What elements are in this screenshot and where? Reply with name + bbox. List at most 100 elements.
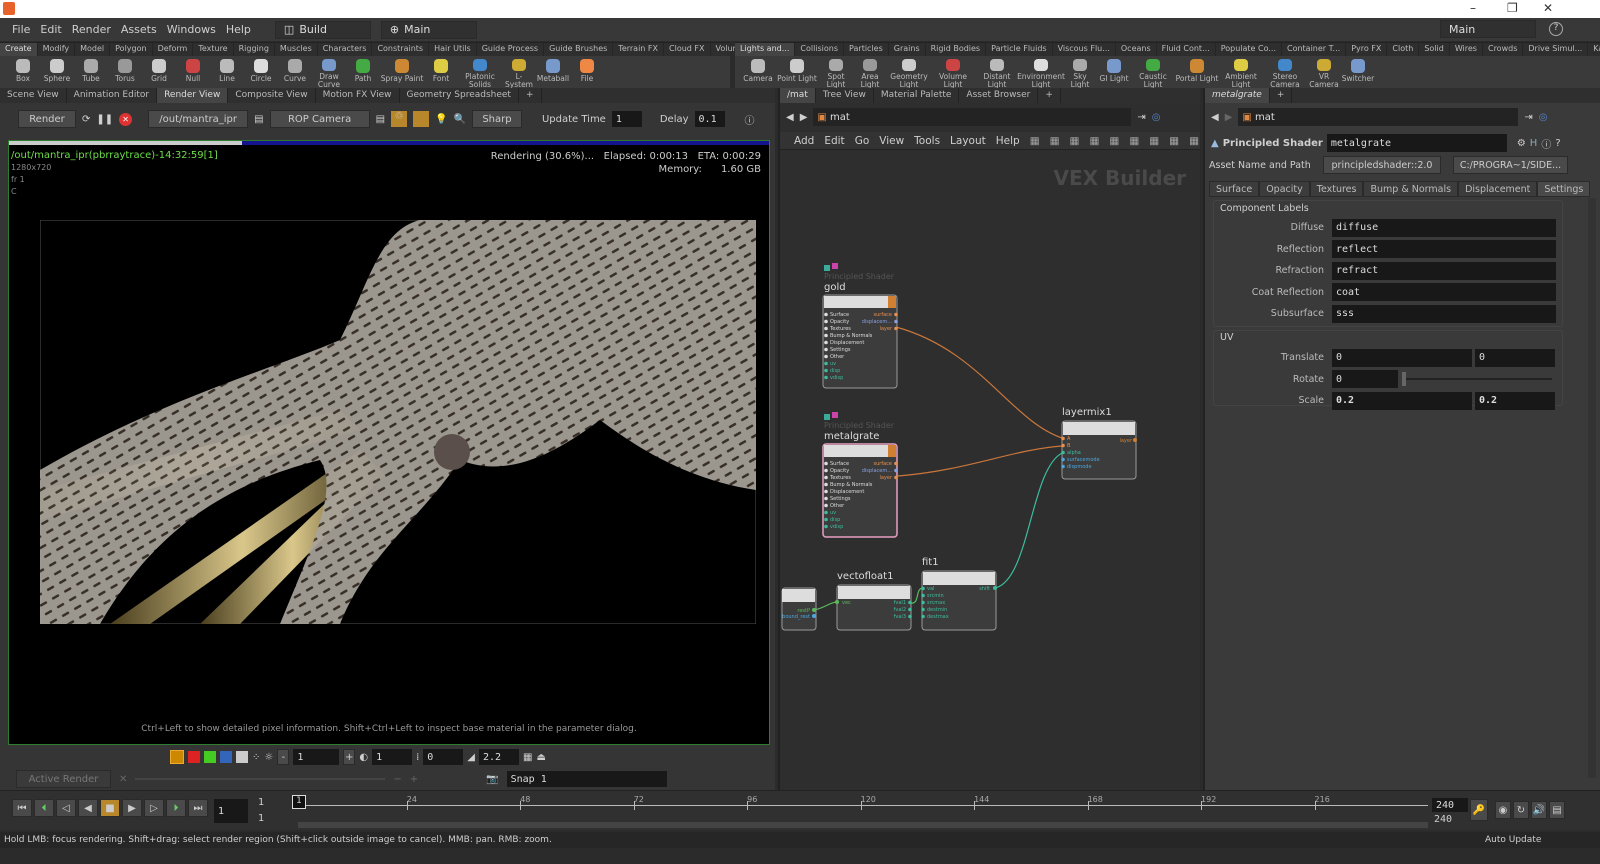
port-icon[interactable] — [908, 614, 912, 619]
color-palette-icon[interactable]: ▦ — [1070, 135, 1080, 147]
translate-x[interactable]: 0 — [1332, 348, 1472, 367]
render-button[interactable]: Render — [18, 110, 76, 128]
param-field[interactable]: sss — [1332, 304, 1556, 323]
params-path[interactable]: ▣ mat — [1238, 108, 1519, 126]
tool-point-light[interactable]: Point Light — [775, 56, 819, 89]
tab-tree-view[interactable]: Tree View — [816, 88, 874, 103]
shelf-tab-modify[interactable]: Modify — [38, 43, 76, 56]
shelf-tab-wires[interactable]: Wires — [1450, 43, 1483, 56]
params-scrollbar[interactable] — [1588, 198, 1596, 778]
exposure-icon[interactable]: ☼ — [264, 752, 273, 763]
tool-null[interactable]: Null — [176, 56, 210, 89]
help-icon[interactable]: ⓘ — [745, 112, 755, 127]
port-icon[interactable] — [824, 326, 828, 331]
render-viewport[interactable]: /out/mantra_ipr(pbrraytrace)-14:32:59[1]… — [8, 140, 770, 745]
realtime-icon[interactable]: ◉ — [1495, 801, 1511, 819]
tab-material-palette[interactable]: Material Palette — [874, 88, 960, 103]
step-back-icon[interactable]: ◁ — [56, 799, 76, 817]
shelf-tab-rigid-bodies[interactable]: Rigid Bodies — [926, 43, 987, 56]
port-icon[interactable] — [824, 496, 828, 501]
shelf-tab-crowds[interactable]: Crowds — [1483, 43, 1524, 56]
node-partial[interactable]: restP bound_rest — [781, 587, 817, 631]
grid-options-icon[interactable]: ▦ — [523, 752, 532, 763]
tool-area-light[interactable]: Area Light — [853, 56, 887, 89]
tool-torus[interactable]: Torus — [108, 56, 142, 89]
zoom-icon[interactable]: 🔍 — [454, 114, 466, 125]
node-layermix1[interactable]: layermix1 ABalphasurfacemodedispmode lay… — [1061, 407, 1137, 480]
port-icon[interactable] — [824, 482, 828, 487]
shelf-tab-create[interactable]: Create — [0, 43, 38, 56]
green-channel-icon[interactable] — [204, 751, 216, 763]
hda-icon[interactable]: H — [1530, 138, 1538, 149]
rgb-channel-icon[interactable] — [170, 750, 184, 764]
tool-sky-light[interactable]: Sky Light — [1063, 56, 1097, 89]
port-icon[interactable] — [824, 368, 828, 373]
shelf-tab-container-t-[interactable]: Container T... — [1282, 43, 1347, 56]
preview-icon[interactable] — [413, 111, 430, 127]
stop-icon[interactable]: ■ — [100, 799, 120, 817]
tab-render-view[interactable]: Render View — [157, 88, 229, 103]
back-icon[interactable]: ◀ — [1211, 112, 1219, 123]
shelf-tab-constraints[interactable]: Constraints — [372, 43, 430, 56]
rop-picker-icon[interactable]: ▤ — [254, 114, 263, 125]
light-bulb-icon[interactable]: 💡 — [435, 114, 447, 125]
port-icon[interactable] — [1061, 436, 1065, 441]
port-icon[interactable] — [921, 600, 925, 605]
add-tab-icon[interactable]: + — [519, 88, 542, 103]
port-icon[interactable] — [921, 614, 925, 619]
tool-ambient-light[interactable]: Ambient Light — [1219, 56, 1263, 89]
decrement-button[interactable]: - — [277, 749, 290, 765]
clear-icon[interactable]: ✕ — [119, 774, 127, 785]
param-field[interactable]: coat — [1332, 283, 1556, 301]
port-icon[interactable] — [894, 312, 898, 317]
offset-field[interactable]: 0 — [423, 749, 464, 765]
lut-icon[interactable]: ⁘ — [252, 752, 260, 763]
key-icon[interactable]: 🔑 — [1470, 799, 1488, 821]
timeline-scrollbar[interactable] — [298, 822, 1428, 828]
param-tab-surface[interactable]: Surface — [1209, 181, 1260, 197]
recycle-icon[interactable]: ♲ — [391, 111, 408, 127]
add-tab-icon[interactable]: + — [1038, 88, 1061, 103]
timeline-ruler[interactable]: 1 24 48 72 96 120 144 168 192 216 — [292, 793, 1428, 817]
node-name-field[interactable]: metalgrate — [1326, 134, 1507, 152]
grid-icon[interactable]: ▦ — [1089, 135, 1099, 147]
shelf-tab-cloth[interactable]: Cloth — [1387, 43, 1420, 56]
param-field[interactable]: reflect — [1332, 240, 1556, 258]
sticky-note-icon[interactable]: ▦ — [1129, 135, 1139, 147]
restore-icon[interactable]: ❐ — [1507, 1, 1518, 15]
red-channel-icon[interactable] — [188, 751, 200, 763]
tool-switcher[interactable]: Switcher — [1341, 56, 1375, 89]
minimize-icon[interactable]: – — [1470, 1, 1476, 15]
menu-help[interactable]: Help — [226, 23, 251, 36]
play-reverse-icon[interactable]: ◀ — [78, 799, 98, 817]
gamma-icon[interactable]: ◢ — [467, 752, 475, 763]
prev-key-icon[interactable]: ⏴ — [34, 799, 54, 817]
camera-picker-icon[interactable]: ▤ — [376, 114, 385, 125]
tool-volume-light[interactable]: Volume Light — [931, 56, 975, 89]
port-icon[interactable] — [1061, 464, 1065, 469]
port-icon[interactable] — [824, 347, 828, 352]
node-vectofloat1[interactable]: vectofloat1 vec fval1fval2fval3 — [835, 571, 912, 631]
pin-icon[interactable]: ⇥ — [1524, 112, 1532, 123]
port-icon[interactable] — [894, 475, 898, 480]
start-frame[interactable]: 1 — [258, 797, 264, 808]
desktop-select[interactable]: ◫ Build — [274, 20, 371, 39]
audio-icon[interactable]: 🔊 — [1531, 801, 1547, 819]
tool-stereo-camera[interactable]: Stereo Camera — [1263, 56, 1307, 89]
port-icon[interactable] — [1061, 443, 1065, 448]
shelf-tab-hair-utils[interactable]: Hair Utils — [429, 43, 477, 56]
tool-l-system[interactable]: L-System — [502, 56, 536, 89]
shelf-tab-guide-process[interactable]: Guide Process — [477, 43, 545, 56]
end-frame-2[interactable]: 240 — [1434, 814, 1452, 825]
port-icon[interactable] — [1061, 450, 1065, 455]
network-menu-add[interactable]: Add — [794, 135, 814, 147]
port-icon[interactable] — [921, 586, 925, 591]
tool-caustic-light[interactable]: Caustic Light — [1131, 56, 1175, 89]
filter-select[interactable]: Sharp — [471, 110, 522, 128]
port-icon[interactable] — [894, 326, 898, 331]
port-icon[interactable] — [824, 319, 828, 324]
pin-icon[interactable]: ⇥ — [1137, 112, 1145, 123]
plus-icon[interactable]: + — [410, 774, 418, 785]
menu-render[interactable]: Render — [72, 23, 111, 36]
current-frame-field[interactable]: 1 — [214, 799, 248, 823]
